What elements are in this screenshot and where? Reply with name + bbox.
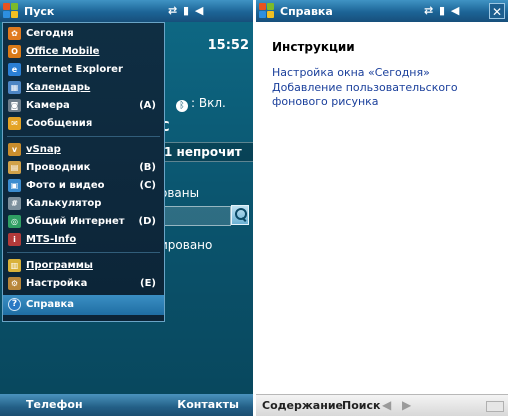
close-button[interactable]: ✕ xyxy=(489,3,505,19)
menu-item-camera[interactable]: ◙ Камера (A) xyxy=(3,97,164,115)
menu-item-shortcut: (A) xyxy=(139,100,156,111)
today-row-scheduled[interactable]: ованы xyxy=(160,186,253,200)
menu-item-shortcut: (B) xyxy=(139,162,156,173)
help-icon: ? xyxy=(8,298,21,311)
explorer-icon: ▤ xyxy=(8,161,21,174)
messages-icon: ✉ xyxy=(8,117,21,130)
close-icon: ✕ xyxy=(491,5,503,19)
menu-item-photo-video[interactable]: ▣ Фото и видео (C) xyxy=(3,177,164,195)
programs-icon: ▥ xyxy=(8,259,21,272)
vsnap-icon: v xyxy=(8,143,21,156)
windows-start-icon[interactable] xyxy=(3,3,19,19)
menu-item-internet-sharing[interactable]: ◎ Общий Интернет (D) xyxy=(3,213,164,231)
menu-item-label: Общий Интернет xyxy=(26,216,125,227)
softkey-contacts[interactable]: Контакты xyxy=(177,394,239,416)
photo-video-icon: ▣ xyxy=(8,179,21,192)
menu-item-office-mobile[interactable]: O Office Mobile xyxy=(3,43,164,61)
menu-item-explorer[interactable]: ▤ Проводник (B) xyxy=(3,159,164,177)
title-bar: Справка ⇄ ▮ ◀ ✕ xyxy=(256,0,508,22)
menu-item-label: Office Mobile xyxy=(26,46,100,57)
bluetooth-icon: ᛒ xyxy=(176,100,188,112)
help-link-custom-wallpaper-cont[interactable]: фонового рисунка xyxy=(272,95,379,109)
menu-item-label: Настройка xyxy=(26,278,88,289)
menu-item-shortcut: (D) xyxy=(138,216,156,227)
menu-item-messages[interactable]: ✉ Сообщения xyxy=(3,115,164,133)
today-row-synced[interactable]: ировано xyxy=(160,238,253,252)
internet-explorer-icon: e xyxy=(8,63,21,76)
search-button[interactable]: Поиск xyxy=(342,395,380,416)
bluetooth-label: : Вкл. xyxy=(191,96,226,110)
keyboard-icon[interactable] xyxy=(486,401,504,412)
menu-item-internet-explorer[interactable]: e Internet Explorer xyxy=(3,61,164,79)
today-search-field[interactable] xyxy=(160,206,231,226)
back-arrow-icon[interactable]: ◀ xyxy=(382,395,391,416)
clock[interactable]: 15:52 xyxy=(208,38,249,53)
menu-item-label: Проводник xyxy=(26,162,91,173)
menu-item-label: MTS-Info xyxy=(26,234,77,245)
menu-item-today[interactable]: ✿ Сегодня xyxy=(3,25,164,43)
status-icons[interactable]: ⇄ ▮ ◀ xyxy=(168,4,204,17)
menu-item-label: vSnap xyxy=(26,144,61,155)
menu-item-settings[interactable]: ⚙ Настройка (E) xyxy=(3,275,164,293)
softkey-phone[interactable]: Телефон xyxy=(26,394,83,416)
menu-item-mts-info[interactable]: i MTS-Info xyxy=(3,231,164,249)
status-icons[interactable]: ⇄ ▮ ◀ xyxy=(424,4,460,17)
menu-divider xyxy=(7,136,160,137)
office-mobile-icon: O xyxy=(8,45,21,58)
search-button[interactable] xyxy=(231,205,249,225)
internet-sharing-icon: ◎ xyxy=(8,215,21,228)
camera-icon: ◙ xyxy=(8,99,21,112)
today-icon: ✿ xyxy=(8,27,21,40)
mts-info-icon: i xyxy=(8,233,21,246)
help-title: Справка xyxy=(280,5,333,18)
help-link-custom-wallpaper[interactable]: Добавление пользовательского xyxy=(272,81,458,95)
help-screen: Справка ⇄ ▮ ◀ ✕ Инструкции Настройка окн… xyxy=(256,0,508,416)
menu-item-programs[interactable]: ▥ Программы xyxy=(3,257,164,275)
menu-item-shortcut: (E) xyxy=(140,278,156,289)
start-menu-screen: Пуск ⇄ ▮ ◀ 15:52 ᛒ: Вкл. С 1 непрочит ов… xyxy=(0,0,253,416)
calendar-icon: ▦ xyxy=(8,81,21,94)
menu-item-label: Калькулятор xyxy=(26,198,102,209)
windows-start-icon[interactable] xyxy=(259,3,275,19)
help-link-today-settings[interactable]: Настройка окна «Сегодня» xyxy=(272,66,430,80)
title-bar: Пуск ⇄ ▮ ◀ xyxy=(0,0,253,22)
today-row-c[interactable]: С xyxy=(160,120,253,135)
contents-button[interactable]: Содержание xyxy=(262,395,343,416)
menu-item-label: Справка xyxy=(26,299,75,310)
menu-item-calculator[interactable]: # Калькулятор xyxy=(3,195,164,213)
help-heading: Инструкции xyxy=(272,40,355,54)
menu-item-label: Internet Explorer xyxy=(26,64,123,75)
menu-item-label: Сообщения xyxy=(26,118,93,129)
menu-divider xyxy=(7,252,160,253)
bluetooth-status[interactable]: ᛒ: Вкл. xyxy=(176,96,226,112)
settings-icon: ⚙ xyxy=(8,277,21,290)
start-title[interactable]: Пуск xyxy=(24,5,54,18)
menu-item-shortcut: (C) xyxy=(139,180,156,191)
help-toolbar: Содержание Поиск ◀ ▶ xyxy=(256,394,508,416)
menu-item-label: Календарь xyxy=(26,82,91,93)
menu-item-label: Камера xyxy=(26,100,70,111)
menu-item-label: Фото и видео xyxy=(26,180,105,191)
menu-item-calendar[interactable]: ▦ Календарь xyxy=(3,79,164,97)
menu-item-help[interactable]: ? Справка xyxy=(3,295,164,315)
menu-item-label: Программы xyxy=(26,260,93,271)
menu-item-label: Сегодня xyxy=(26,28,74,39)
start-menu: ✿ Сегодня O Office Mobile e Internet Exp… xyxy=(2,22,165,322)
soft-key-bar: Телефон Контакты xyxy=(0,394,253,416)
today-row-unread[interactable]: 1 непрочит xyxy=(160,142,253,162)
calculator-icon: # xyxy=(8,197,21,210)
forward-arrow-icon[interactable]: ▶ xyxy=(402,395,411,416)
menu-item-vsnap[interactable]: v vSnap xyxy=(3,141,164,159)
